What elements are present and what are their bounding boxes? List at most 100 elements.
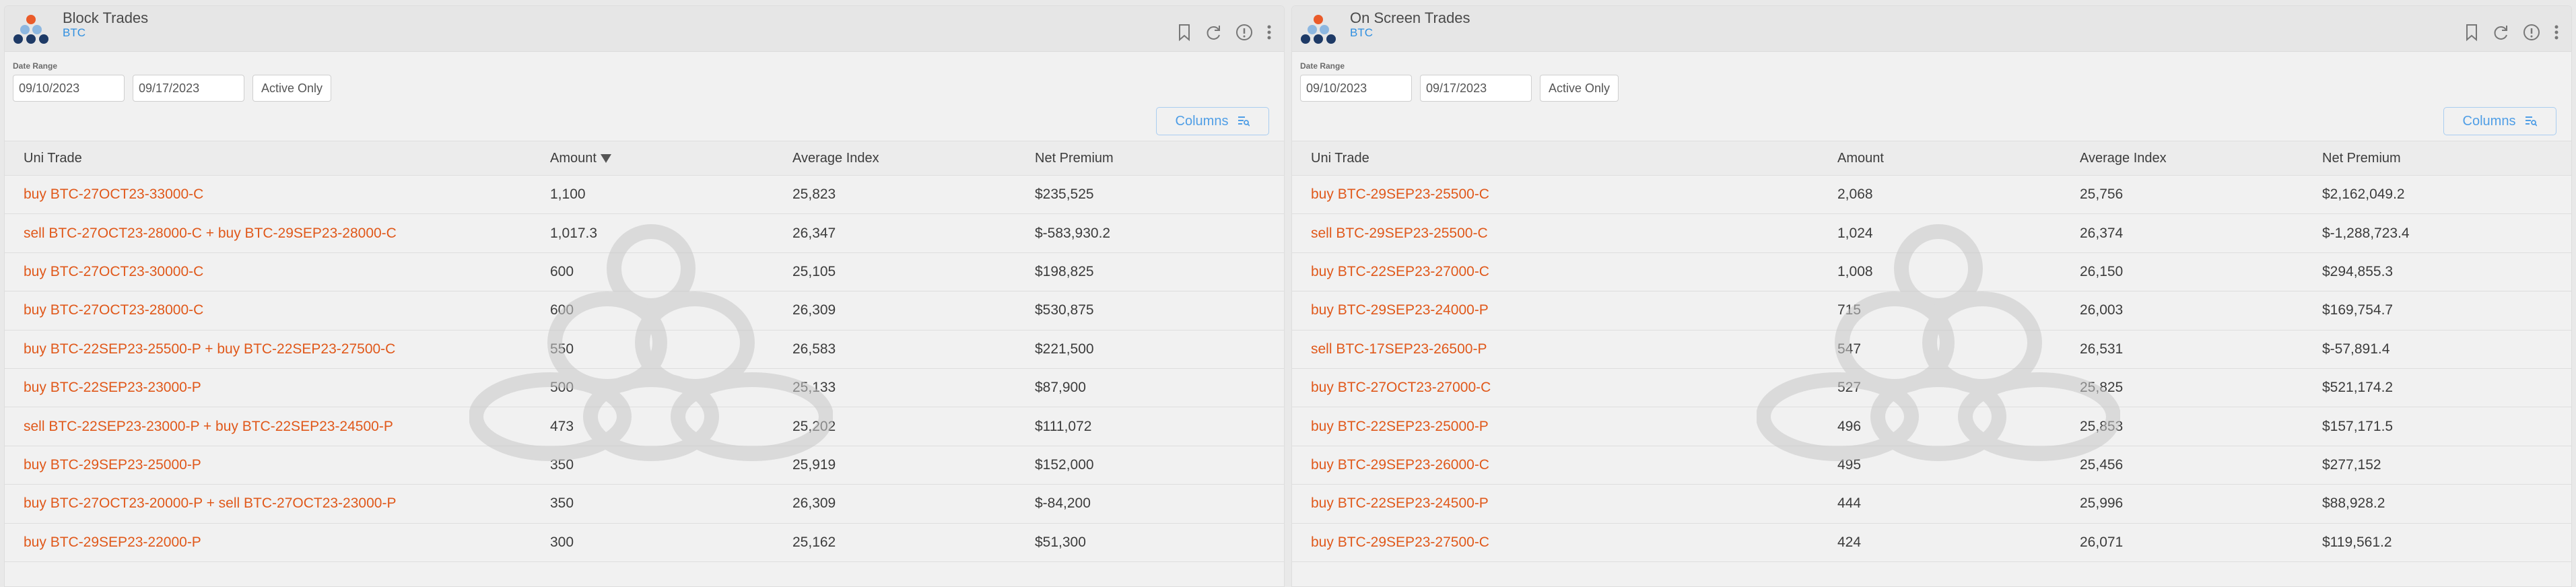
trade-link[interactable]: buy BTC-29SEP23-24000-P <box>1292 302 1837 318</box>
filters: Date Range Active Only <box>5 52 1284 106</box>
table-row[interactable]: sell BTC-17SEP23-26500-P 547 26,531 $-57,89… <box>1292 331 2571 369</box>
more-vertical-icon[interactable] <box>2554 24 2559 41</box>
table-row[interactable]: buy BTC-22SEP23-25500-P + buy BTC-22SEP2… <box>5 331 1284 369</box>
info-icon[interactable] <box>1235 24 1253 41</box>
date-from-input[interactable] <box>13 75 125 102</box>
table-row[interactable]: buy BTC-29SEP23-24000-P 715 26,003 $169,754… <box>1292 291 2571 331</box>
trade-link[interactable]: buy BTC-29SEP23-22000-P <box>5 534 550 551</box>
table-row[interactable]: buy BTC-27OCT23-33000-C 1,100 25,823 $235,5… <box>5 176 1284 215</box>
trade-link[interactable]: buy BTC-22SEP23-24500-P <box>1292 495 1837 512</box>
table-header: Uni Trade Amount Average Index Net Premi… <box>5 141 1284 176</box>
average-index-cell: 26,003 <box>2080 302 2124 318</box>
trade-link[interactable]: buy BTC-27OCT23-30000-C <box>5 264 550 280</box>
refresh-icon[interactable] <box>2492 24 2509 41</box>
bookmark-icon[interactable] <box>2465 24 2478 41</box>
net-premium-cell: $277,152 <box>2322 456 2381 473</box>
table-row[interactable]: buy BTC-29SEP23-25500-C 2,068 25,756 $2,162… <box>1292 176 2571 215</box>
table-row[interactable]: buy BTC-29SEP23-25000-P 350 25,919 $152,000 <box>5 446 1284 485</box>
header-net-premium[interactable]: Net Premium <box>2322 151 2571 166</box>
header-uni-trade[interactable]: Uni Trade <box>5 151 550 166</box>
date-range-label: Date Range <box>13 61 58 71</box>
average-index-cell: 26,309 <box>792 302 836 318</box>
refresh-icon[interactable] <box>1205 24 1222 41</box>
trade-link[interactable]: buy BTC-29SEP23-27500-C <box>1292 534 1837 551</box>
table-row[interactable]: sell BTC-27OCT23-28000-C + buy BTC-29SEP… <box>5 214 1284 253</box>
table-row[interactable]: buy BTC-29SEP23-27500-C 424 26,071 $119,561… <box>1292 524 2571 562</box>
columns-filter-icon <box>2526 116 2538 127</box>
table-row[interactable]: buy BTC-27OCT23-27000-C 527 25,825 $521,174… <box>1292 369 2571 408</box>
net-premium-cell: $198,825 <box>1035 263 1094 279</box>
header-average-index[interactable]: Average Index <box>2080 151 2322 166</box>
header-uni-trade[interactable]: Uni Trade <box>1292 151 1837 166</box>
table-row[interactable]: buy BTC-29SEP23-22000-P 300 25,162 $51,300 <box>5 524 1284 562</box>
table-row[interactable]: buy BTC-27OCT23-20000-P + sell BTC-27OCT… <box>5 485 1284 524</box>
amount-cell: 300 <box>550 534 574 550</box>
trade-link[interactable]: sell BTC-22SEP23-23000-P + buy BTC-22SEP… <box>5 419 550 435</box>
net-premium-cell: $-1,288,723.4 <box>2322 225 2410 241</box>
date-to-input[interactable] <box>1420 75 1532 102</box>
average-index-cell: 25,133 <box>792 380 836 396</box>
block-trades-panel: Block Trades BTC Date Range Active Only … <box>4 5 1285 587</box>
table-row[interactable]: sell BTC-29SEP23-25500-C 1,024 26,374 $-1,2… <box>1292 214 2571 253</box>
amount-cell: 547 <box>1837 341 1862 357</box>
date-from-input[interactable] <box>1300 75 1412 102</box>
trade-link[interactable]: buy BTC-27OCT23-27000-C <box>1292 380 1837 396</box>
trade-link[interactable]: buy BTC-22SEP23-27000-C <box>1292 264 1837 280</box>
table-row[interactable]: buy BTC-22SEP23-27000-C 1,008 26,150 $294,8… <box>1292 253 2571 292</box>
table-row[interactable]: sell BTC-22SEP23-23000-P + buy BTC-22SEP… <box>5 407 1284 446</box>
bookmark-icon[interactable] <box>1178 24 1191 41</box>
table-row[interactable]: buy BTC-27OCT23-30000-C 600 25,105 $198,825 <box>5 253 1284 292</box>
trade-link[interactable]: buy BTC-22SEP23-25000-P <box>1292 419 1837 435</box>
info-icon[interactable] <box>2523 24 2540 41</box>
table-row[interactable]: buy BTC-29SEP23-26000-C 495 25,456 $277,152 <box>1292 446 2571 485</box>
trade-link[interactable]: buy BTC-27OCT23-20000-P + sell BTC-27OCT… <box>5 495 550 512</box>
average-index-cell: 25,825 <box>2080 380 2124 396</box>
trade-link[interactable]: buy BTC-27OCT23-33000-C <box>5 186 550 203</box>
average-index-cell: 26,583 <box>792 341 836 357</box>
table-header: Uni Trade Amount Average Index Net Premi… <box>1292 141 2571 176</box>
average-index-cell: 25,823 <box>792 186 836 203</box>
trade-link[interactable]: buy BTC-22SEP23-25500-P + buy BTC-22SEP2… <box>5 341 550 357</box>
more-vertical-icon[interactable] <box>1266 24 1272 41</box>
average-index-cell: 26,347 <box>792 225 836 241</box>
active-only-button[interactable]: Active Only <box>252 75 332 102</box>
header-amount[interactable]: Amount <box>550 151 792 166</box>
trade-link[interactable]: buy BTC-22SEP23-23000-P <box>5 380 550 396</box>
trade-link[interactable]: sell BTC-29SEP23-25500-C <box>1292 226 1837 242</box>
date-to-input[interactable] <box>133 75 244 102</box>
table-row[interactable]: buy BTC-22SEP23-25000-P 496 25,853 $157,171… <box>1292 407 2571 446</box>
columns-button[interactable]: Columns <box>1156 107 1269 135</box>
trade-link[interactable]: sell BTC-17SEP23-26500-P <box>1292 341 1837 357</box>
trade-link[interactable]: sell BTC-27OCT23-28000-C + buy BTC-29SEP… <box>5 226 550 242</box>
net-premium-cell: $-583,930.2 <box>1035 225 1111 241</box>
filters: Date Range Active Only <box>1292 52 2571 106</box>
trade-link[interactable]: buy BTC-29SEP23-25000-P <box>5 457 550 473</box>
logo-icon <box>1301 14 1336 44</box>
dashboard: Block Trades BTC Date Range Active Only … <box>0 0 2576 587</box>
panel-title: Block Trades <box>63 9 149 26</box>
net-premium-cell: $-57,891.4 <box>2322 341 2390 357</box>
net-premium-cell: $87,900 <box>1035 380 1086 396</box>
net-premium-cell: $521,174.2 <box>2322 380 2394 396</box>
header-amount[interactable]: Amount <box>1837 151 2080 166</box>
amount-cell: 600 <box>550 302 574 318</box>
header-average-index[interactable]: Average Index <box>792 151 1035 166</box>
columns-button[interactable]: Columns <box>2443 107 2556 135</box>
net-premium-cell: $152,000 <box>1035 456 1094 473</box>
trades-table: Uni Trade Amount Average Index Net Premi… <box>1292 141 2571 562</box>
table-row[interactable]: buy BTC-22SEP23-24500-P 444 25,996 $88,928.… <box>1292 485 2571 524</box>
trade-link[interactable]: buy BTC-27OCT23-28000-C <box>5 302 550 318</box>
amount-cell: 715 <box>1837 302 1862 318</box>
amount-cell: 473 <box>550 418 574 434</box>
average-index-cell: 26,071 <box>2080 534 2124 550</box>
table-row[interactable]: buy BTC-27OCT23-28000-C 600 26,309 $530,875 <box>5 291 1284 331</box>
active-only-button[interactable]: Active Only <box>1540 75 1619 102</box>
table-row[interactable]: buy BTC-22SEP23-23000-P 500 25,133 $87,900 <box>5 369 1284 408</box>
columns-filter-icon <box>1238 116 1250 127</box>
net-premium-cell: $221,500 <box>1035 341 1094 357</box>
amount-cell: 1,017.3 <box>550 225 598 241</box>
header-net-premium[interactable]: Net Premium <box>1035 151 1284 166</box>
trade-link[interactable]: buy BTC-29SEP23-26000-C <box>1292 457 1837 473</box>
trade-link[interactable]: buy BTC-29SEP23-25500-C <box>1292 186 1837 203</box>
average-index-cell: 25,105 <box>792 263 836 279</box>
